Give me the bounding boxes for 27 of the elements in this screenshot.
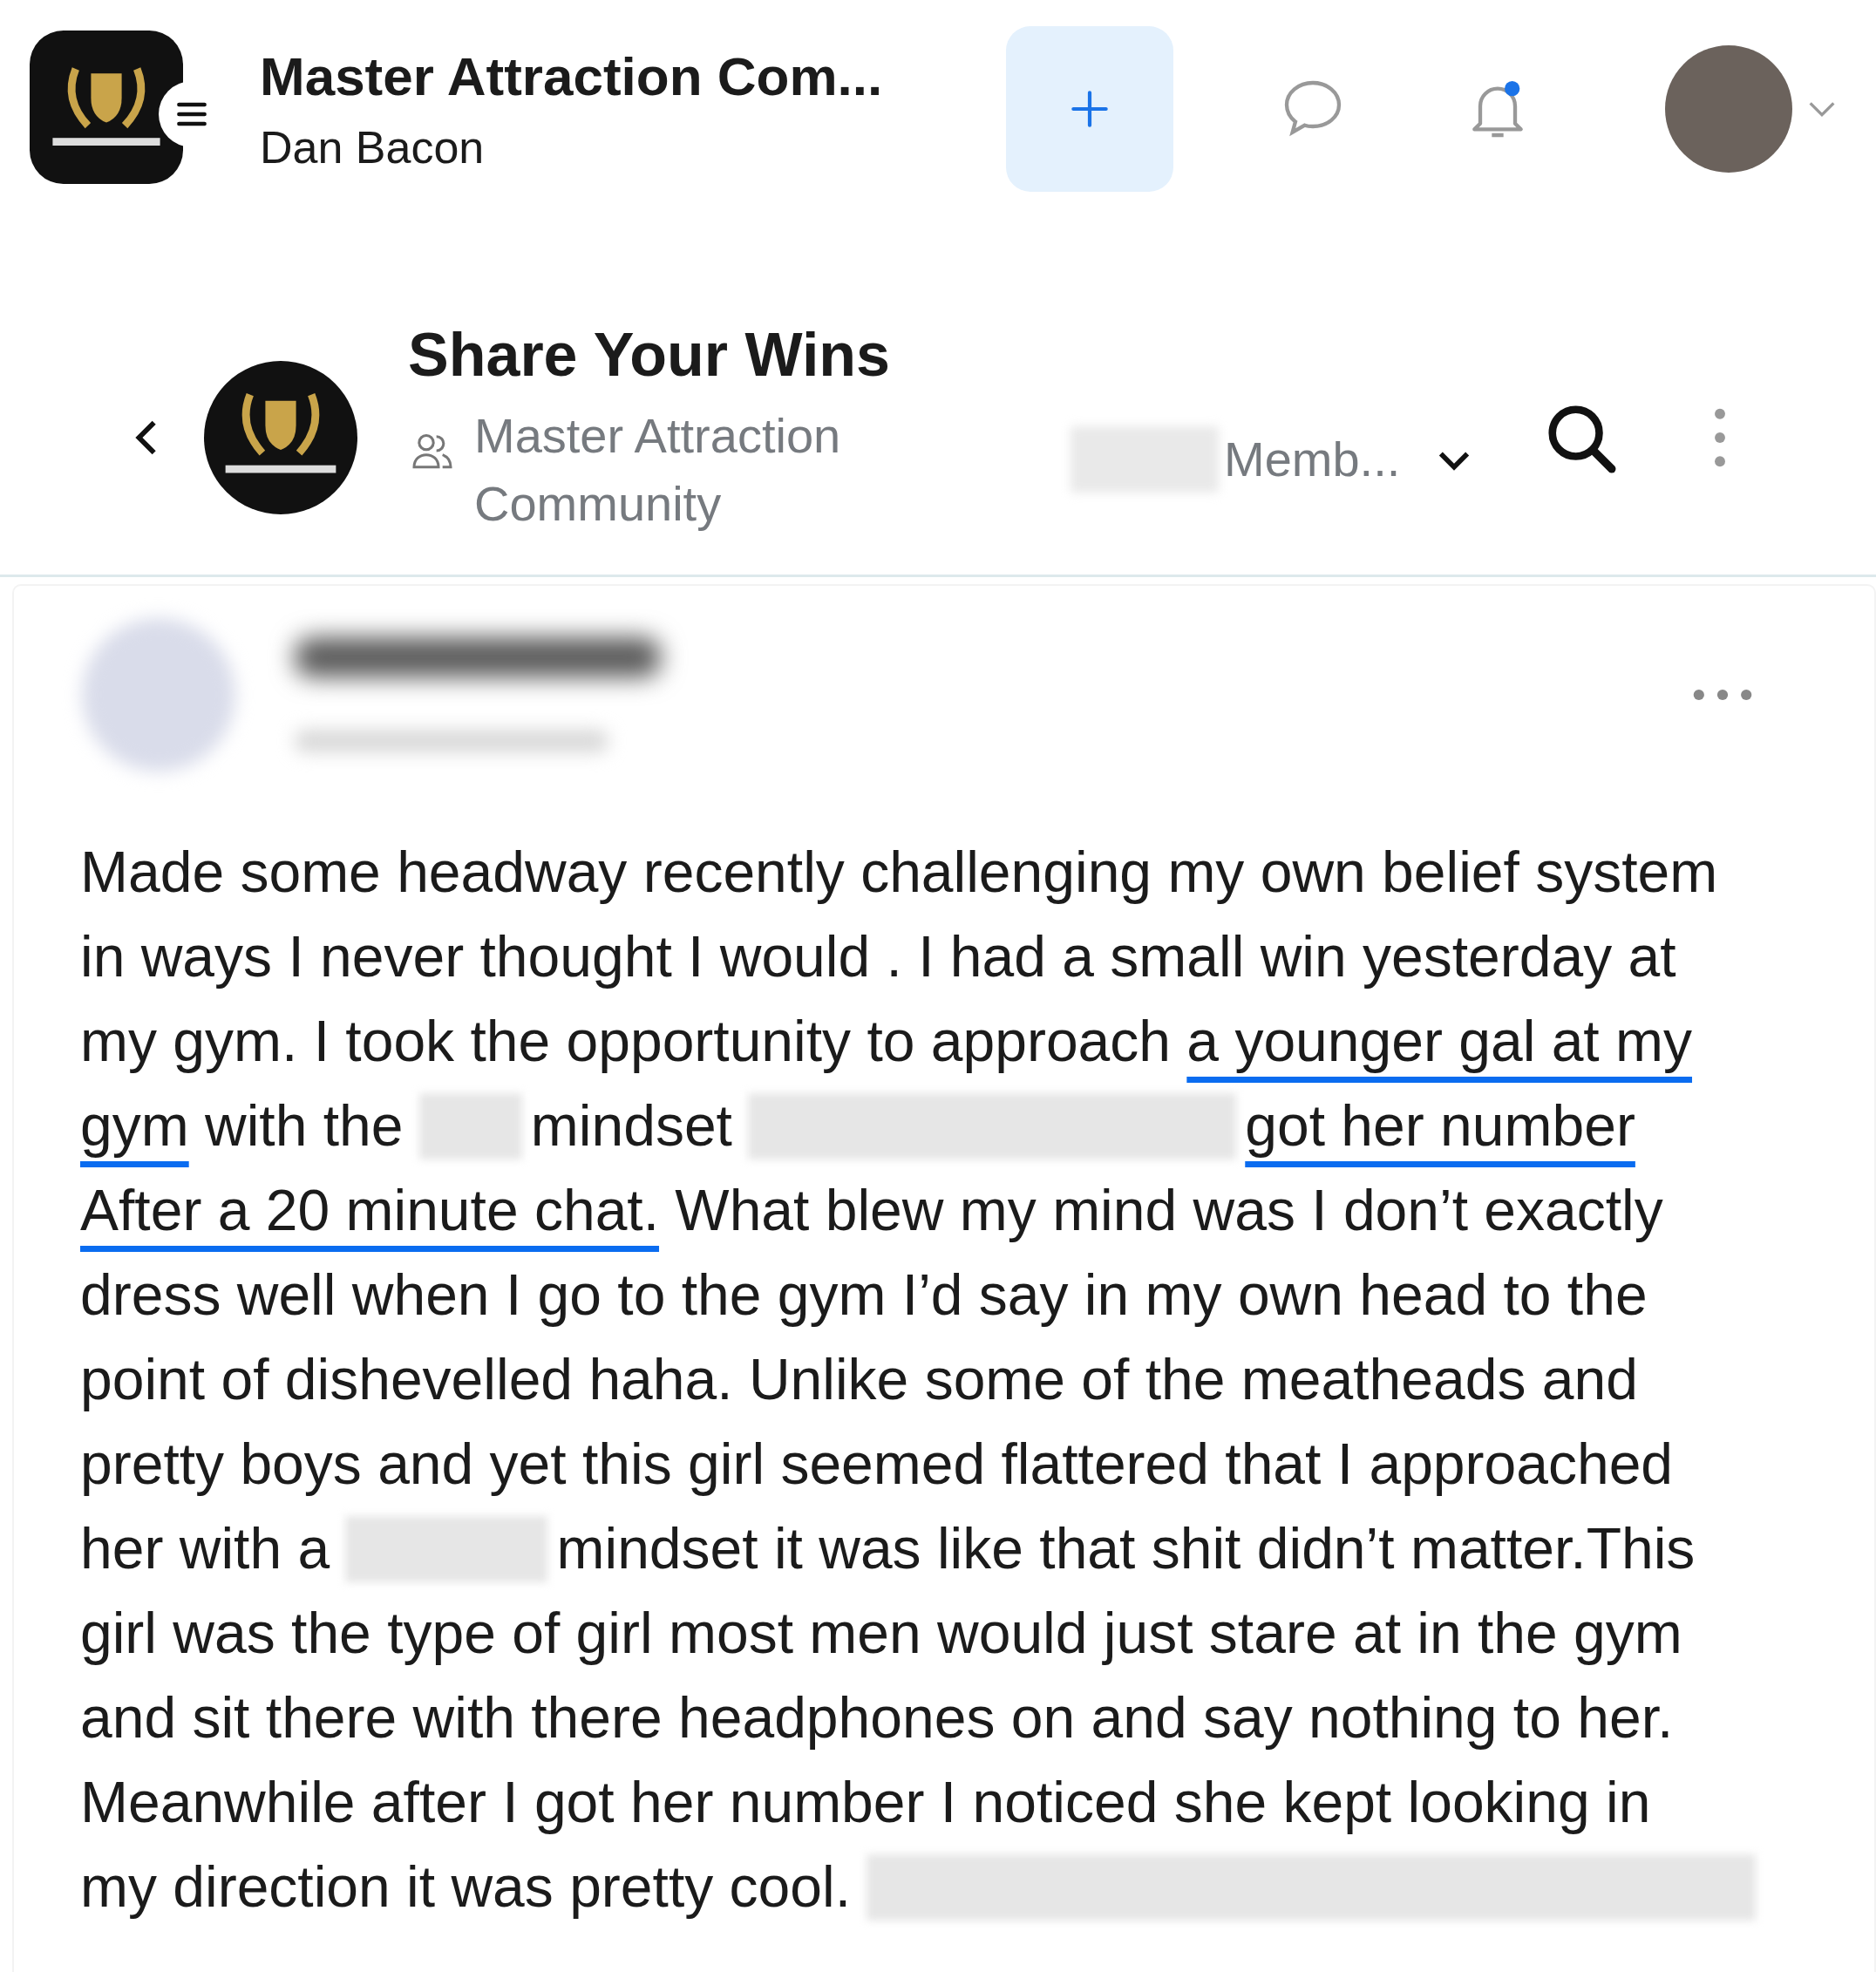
post-text: girl was the type of girl most men would just stare at in the gym <box>80 1600 1682 1667</box>
post-text: her with a <box>80 1515 331 1582</box>
community-title: Master Attraction Com... <box>260 44 884 107</box>
post-text: in ways I never thought I would . I had a small win yesterday at <box>80 923 1676 990</box>
post-text: dress well when I go to the gym I’d say in my own head to the <box>80 1261 1648 1329</box>
post-text: with the <box>204 1092 404 1159</box>
more-options-icon[interactable] <box>1693 689 1752 701</box>
members-dropdown[interactable]: Memb... <box>1071 425 1478 493</box>
underlined-text: After a 20 minute chat. <box>80 1177 660 1244</box>
post-text: my gym. I took the opportunity to approach <box>80 1008 1172 1075</box>
post-text: my direction it was pretty cool. <box>80 1853 852 1921</box>
post-text: and sit there with there headphones on and say nothing to her. <box>80 1684 1674 1751</box>
underlined-text: got her number <box>1245 1092 1635 1159</box>
post-text: mindset <box>530 1092 733 1159</box>
underlined-text: gym <box>80 1092 189 1159</box>
post-text: pretty boys and yet this girl seemed flattered that I approached <box>80 1431 1674 1498</box>
underlined-text: a younger gal at my <box>1186 1008 1692 1075</box>
channel-title: Share Your Wins <box>408 319 892 390</box>
owner-name: Dan Bacon <box>260 120 486 173</box>
community-link[interactable]: Master Attraction Community <box>474 401 962 538</box>
post-text: mindset it was like that shit didn’t matter.This <box>556 1515 1696 1582</box>
more-options-icon[interactable] <box>1714 407 1727 467</box>
post-text: Meanwhile after I got her number I noticed she kept looking in <box>80 1769 1651 1836</box>
post-text: point of dishevelled haha. Unlike some of the meatheads and <box>80 1346 1638 1413</box>
community-logo[interactable] <box>30 31 183 184</box>
post-text: What blew my mind was I don’t exactly <box>674 1177 1663 1244</box>
post-text: Made some headway recently challenging my own belief system <box>80 839 1718 906</box>
